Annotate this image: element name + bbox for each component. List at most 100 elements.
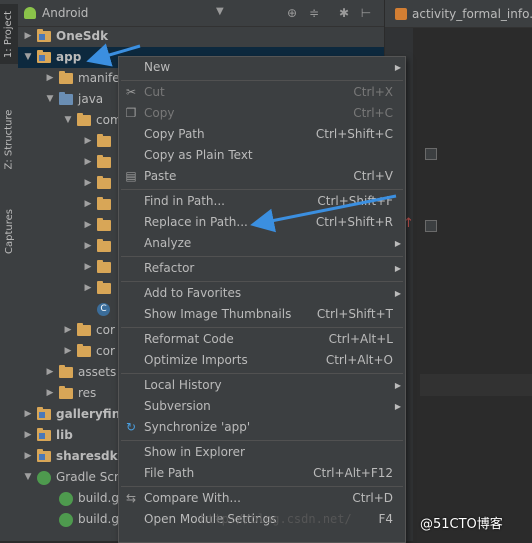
expand-right-icon[interactable]: ▶ bbox=[44, 362, 56, 383]
expand-down-icon[interactable]: ▼ bbox=[22, 47, 34, 68]
tree-node[interactable]: ▶ bbox=[18, 215, 116, 236]
tree-node[interactable]: ▶ bbox=[18, 236, 116, 257]
expand-right-icon[interactable]: ▶ bbox=[22, 425, 34, 446]
tree-node[interactable]: ▶ res bbox=[18, 383, 96, 404]
tree-node[interactable]: ▶ sharesdk bbox=[18, 446, 118, 467]
tree-node[interactable]: ▼ com bbox=[18, 110, 122, 131]
tree-node[interactable]: ▶ bbox=[18, 194, 116, 215]
fold-marker[interactable] bbox=[425, 220, 437, 232]
fold-marker[interactable] bbox=[425, 148, 437, 160]
menu-item-copy-path[interactable]: Copy Path Ctrl+Shift+C bbox=[119, 124, 405, 145]
menu-item-subversion[interactable]: Subversion ▶ bbox=[119, 396, 405, 417]
folder-module-icon bbox=[37, 449, 51, 462]
editor-tab[interactable]: activity_formal_info.x bbox=[385, 0, 532, 28]
expand-right-icon[interactable]: ▶ bbox=[82, 215, 94, 236]
expand-right-icon[interactable]: ▶ bbox=[82, 278, 94, 299]
menu-item-file-path[interactable]: File Path Ctrl+Alt+F12 bbox=[119, 463, 405, 484]
tree-node[interactable]: build.g bbox=[18, 509, 119, 530]
tree-node-label: OneSdk bbox=[56, 29, 109, 43]
tree-node-label: sharesdk bbox=[56, 449, 118, 463]
tree-node[interactable]: ▶ assets bbox=[18, 362, 116, 383]
menu-item-replace-in-path[interactable]: Replace in Path... Ctrl+Shift+R bbox=[119, 212, 405, 233]
expand-right-icon[interactable]: ▶ bbox=[22, 446, 34, 467]
tree-node[interactable]: ▼ java bbox=[18, 89, 103, 110]
menu-item-label: Paste bbox=[144, 169, 177, 183]
tree-node-label: build.g bbox=[78, 491, 119, 505]
expand-right-icon[interactable]: ▶ bbox=[44, 68, 56, 89]
expand-down-icon[interactable]: ▼ bbox=[22, 467, 34, 488]
project-tool-tab[interactable]: 1: Project bbox=[0, 4, 18, 64]
tree-node-label: lib bbox=[56, 428, 73, 442]
menu-item-reformat-code[interactable]: Reformat Code Ctrl+Alt+L bbox=[119, 329, 405, 350]
tree-node[interactable]: ▶ galleryfin bbox=[18, 404, 120, 425]
expand-right-icon[interactable]: ▶ bbox=[82, 236, 94, 257]
menu-item-label: Analyze bbox=[144, 236, 192, 250]
structure-tool-tab[interactable]: Z: Structure bbox=[0, 100, 18, 178]
menu-item-copy-as-plain-text[interactable]: Copy as Plain Text bbox=[119, 145, 405, 166]
tree-node[interactable]: ▶ bbox=[18, 131, 116, 152]
tree-node[interactable]: ▶ bbox=[18, 152, 116, 173]
menu-item-shortcut: Ctrl+Alt+F12 bbox=[313, 466, 393, 480]
menu-item-local-history[interactable]: Local History ▶ bbox=[119, 375, 405, 396]
gear-icon[interactable]: ✱ bbox=[336, 5, 352, 21]
tree-node[interactable]: ▶ bbox=[18, 257, 116, 278]
tree-node-label: java bbox=[78, 92, 104, 106]
menu-item-add-to-favorites[interactable]: Add to Favorites ▶ bbox=[119, 283, 405, 304]
locate-icon[interactable]: ⊕ bbox=[284, 5, 300, 21]
tree-node[interactable]: build.g bbox=[18, 488, 119, 509]
menu-item-synchronize-app[interactable]: ↻ Synchronize 'app' bbox=[119, 417, 405, 438]
structure-tool-tab-label: Z: Structure bbox=[3, 109, 15, 169]
tree-node-label: build.g bbox=[78, 512, 119, 526]
tree-node[interactable]: ▶ manife bbox=[18, 68, 120, 89]
menu-item-compare-with[interactable]: ⇆ Compare With... Ctrl+D bbox=[119, 488, 405, 509]
expand-down-icon[interactable]: ▼ bbox=[44, 89, 56, 110]
folder-module-icon bbox=[37, 50, 51, 63]
expand-down-icon[interactable]: ▼ bbox=[62, 110, 74, 131]
expand-right-icon[interactable]: ▶ bbox=[82, 131, 94, 152]
menu-item-paste[interactable]: ▤ Paste Ctrl+V bbox=[119, 166, 405, 187]
gradle-file-icon bbox=[59, 491, 73, 506]
expand-right-icon[interactable]: ▶ bbox=[62, 320, 74, 341]
menu-item-refactor[interactable]: Refactor ▶ bbox=[119, 258, 405, 279]
expand-right-icon[interactable]: ▶ bbox=[22, 404, 34, 425]
menu-item-optimize-imports[interactable]: Optimize Imports Ctrl+Alt+O bbox=[119, 350, 405, 371]
expand-right-icon[interactable]: ▶ bbox=[82, 194, 94, 215]
menu-item-analyze[interactable]: Analyze ▶ bbox=[119, 233, 405, 254]
menu-item-find-in-path[interactable]: Find in Path... Ctrl+Shift+F bbox=[119, 191, 405, 212]
menu-item-shortcut: Ctrl+Shift+F bbox=[317, 194, 393, 208]
folder-icon bbox=[97, 260, 111, 273]
menu-item-label: Refactor bbox=[144, 261, 195, 275]
menu-item-shortcut: Ctrl+D bbox=[352, 491, 393, 505]
menu-separator bbox=[121, 373, 403, 374]
tree-node[interactable]: ▶ OneSdk bbox=[18, 26, 108, 47]
menu-item-new[interactable]: New ▶ bbox=[119, 57, 405, 78]
expand-right-icon[interactable]: ▶ bbox=[22, 26, 34, 47]
view-selector-label: Android bbox=[42, 6, 89, 20]
menu-item-show-in-explorer[interactable]: Show in Explorer bbox=[119, 442, 405, 463]
folder-icon bbox=[77, 323, 91, 336]
tree-node[interactable]: ▶ cor bbox=[18, 320, 115, 341]
tree-node[interactable]: ▶ cor bbox=[18, 341, 115, 362]
menu-item-shortcut: Ctrl+Shift+R bbox=[315, 215, 393, 229]
collapse-all-icon[interactable]: ≑ bbox=[306, 5, 322, 21]
tree-node[interactable]: ▶ bbox=[18, 278, 116, 299]
hide-panel-icon[interactable]: ⊢ bbox=[358, 5, 374, 21]
folder-icon bbox=[97, 239, 111, 252]
menu-item-copy[interactable]: ❐ Copy Ctrl+C bbox=[119, 103, 405, 124]
tree-node-label: manife bbox=[78, 71, 120, 85]
tree-node[interactable]: ▶ lib bbox=[18, 425, 73, 446]
menu-item-cut[interactable]: ✂ Cut Ctrl+X bbox=[119, 82, 405, 103]
expand-right-icon[interactable]: ▶ bbox=[82, 257, 94, 278]
menu-separator bbox=[121, 281, 403, 282]
expand-right-icon[interactable]: ▶ bbox=[62, 341, 74, 362]
tree-node[interactable]: ▶ bbox=[18, 173, 116, 194]
expand-right-icon[interactable]: ▶ bbox=[82, 152, 94, 173]
captures-tool-tab[interactable]: Captures bbox=[0, 196, 18, 266]
expand-right-icon[interactable]: ▶ bbox=[82, 173, 94, 194]
view-selector[interactable]: Android ▼ bbox=[24, 3, 229, 23]
submenu-arrow-icon: ▶ bbox=[394, 63, 401, 72]
expand-right-icon[interactable]: ▶ bbox=[44, 383, 56, 404]
menu-item-show-image-thumbnails[interactable]: Show Image Thumbnails Ctrl+Shift+T bbox=[119, 304, 405, 325]
tree-node[interactable]: C bbox=[18, 299, 115, 320]
tree-node[interactable]: ▼ Gradle Scr bbox=[18, 467, 119, 488]
